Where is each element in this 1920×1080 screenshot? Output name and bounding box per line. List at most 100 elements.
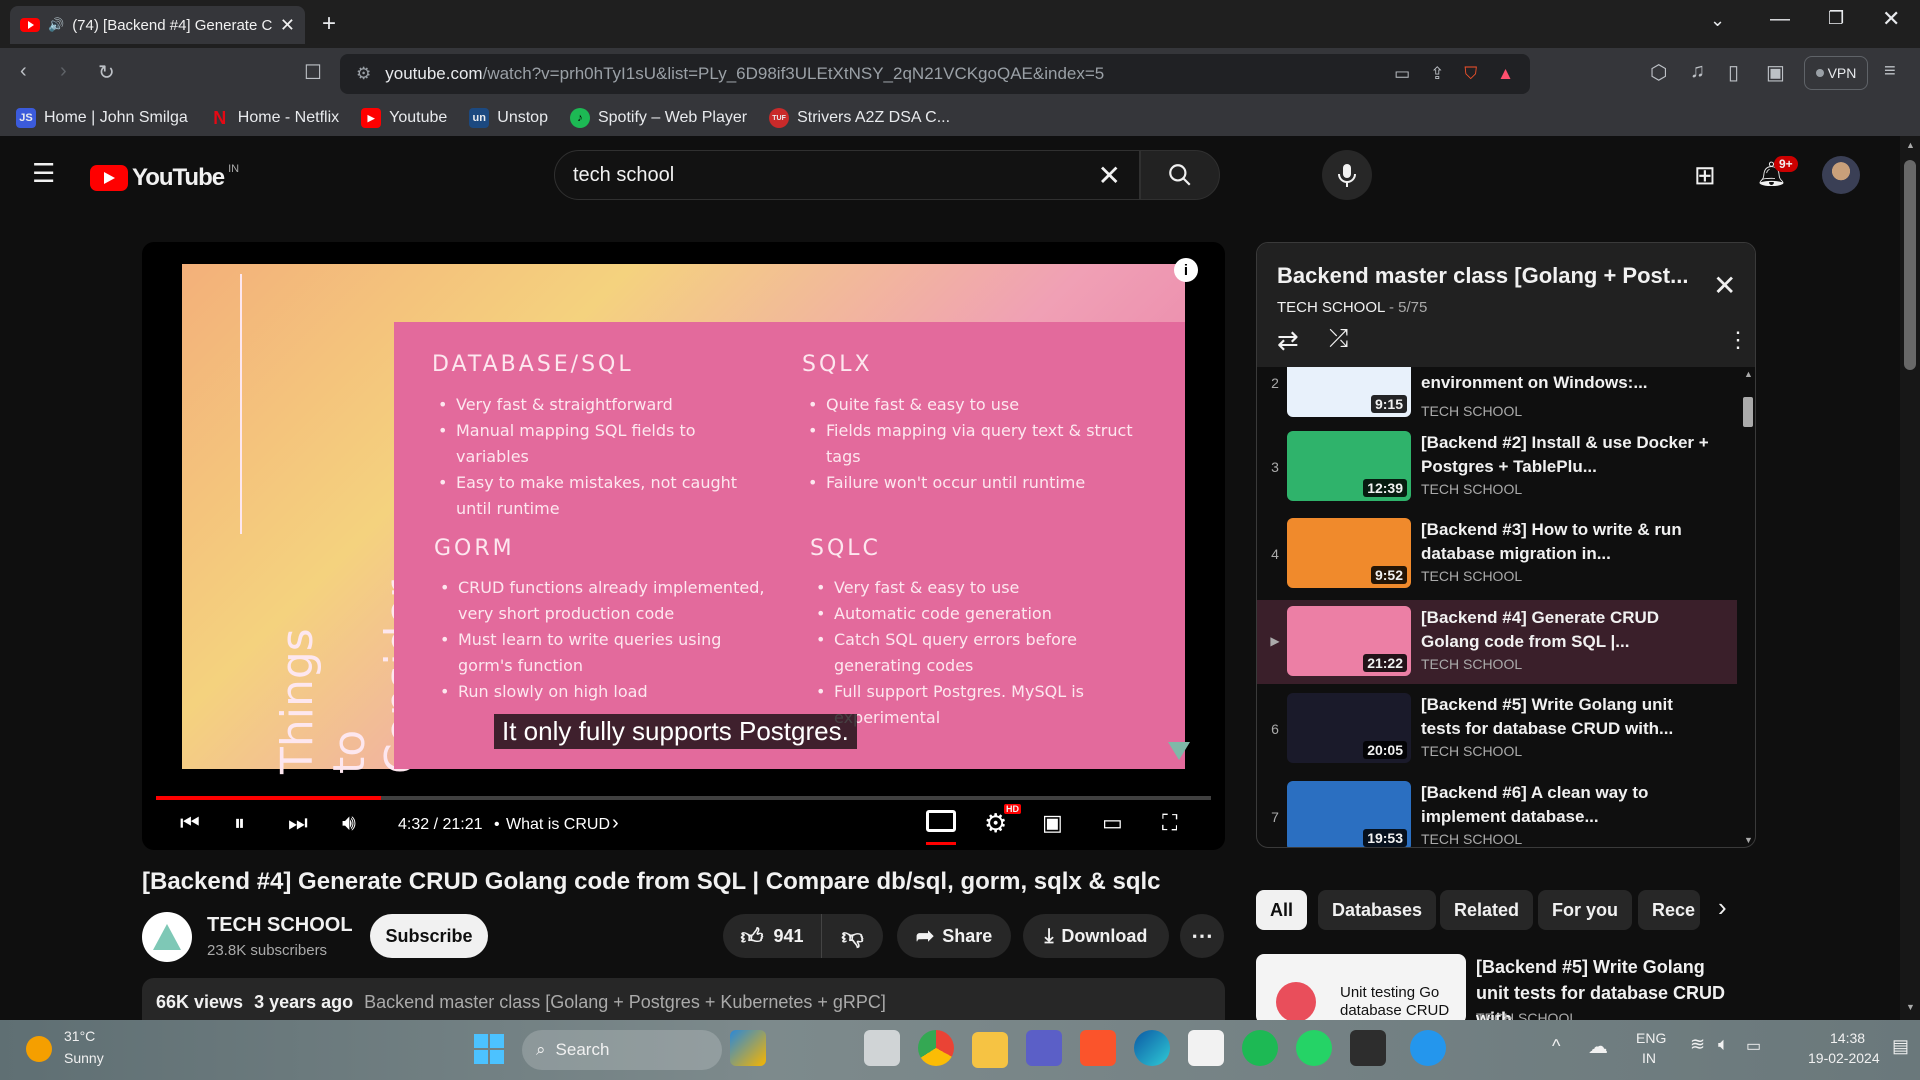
chip-related[interactable]: Related [1440, 890, 1534, 930]
brave-shield-icon[interactable]: ⛉ [1464, 64, 1477, 84]
forward-icon[interactable]: › [60, 60, 67, 83]
progress-bar[interactable] [156, 796, 1211, 800]
chip-for-you[interactable]: For you [1538, 890, 1632, 930]
battery-icon[interactable]: ▭ [1746, 1036, 1761, 1056]
page-scroll-up-icon[interactable]: ▲ [1906, 140, 1915, 150]
restore-button[interactable]: ❐ [1828, 8, 1844, 29]
brave-rewards-icon[interactable]: ▲ [1497, 64, 1514, 84]
playlist-channel[interactable]: TECH SCHOOL [1277, 299, 1385, 316]
search-button[interactable] [1140, 150, 1220, 200]
dislike-button[interactable]: 👎︎ [821, 914, 883, 958]
menu-icon[interactable]: ≡ [1884, 60, 1896, 83]
taskbar-search[interactable]: ⌕ Search [522, 1030, 722, 1070]
create-video-icon[interactable]: ⊞ [1694, 160, 1716, 191]
browser-tab[interactable]: 🔊 (74) [Backend #4] Generate C ✕ [10, 6, 305, 44]
playlist-link[interactable]: Backend master class [Golang + Postgres … [364, 992, 886, 1012]
recommended-video[interactable]: Unit testing Go database CRUD [Backend #… [1256, 954, 1856, 1020]
close-window-button[interactable]: ✕ [1882, 6, 1900, 32]
reload-icon[interactable]: ↻ [98, 60, 115, 85]
close-tab-icon[interactable]: ✕ [280, 15, 295, 36]
clear-search-icon[interactable]: ✕ [1098, 159, 1121, 192]
description-box[interactable]: 66K views 3 years ago Backend master cla… [142, 978, 1225, 1020]
wallet-icon[interactable]: ▣ [1766, 60, 1785, 85]
bookmark-item[interactable]: ♪ Spotify – Web Player [569, 108, 747, 128]
extensions-icon[interactable]: ⬡ [1650, 60, 1667, 85]
weather-temp[interactable]: 31°C [64, 1028, 95, 1044]
info-icon[interactable]: i [1174, 258, 1198, 282]
subtitles-icon[interactable] [926, 810, 956, 832]
avatar[interactable] [1822, 156, 1860, 194]
hamburger-menu-icon[interactable]: ☰ [32, 158, 55, 189]
folder-icon[interactable] [972, 1032, 1008, 1068]
share-page-icon[interactable]: ⇪ [1430, 64, 1444, 84]
teams-icon[interactable] [1026, 1030, 1062, 1066]
chips-next-chevron-icon[interactable]: › [1718, 892, 1727, 923]
sidebar-icon[interactable]: ▯ [1728, 60, 1739, 85]
page-scroll-down-icon[interactable]: ▼ [1906, 1002, 1915, 1012]
video-player[interactable]: Things to Consider DATABASE/SQL Very fas… [142, 242, 1225, 850]
theater-mode-icon[interactable]: ▭ [1102, 810, 1123, 836]
playlist-more-icon[interactable]: ⋮ [1727, 327, 1749, 353]
miniplayer-icon[interactable]: ▣ [1042, 810, 1063, 836]
search-input[interactable]: tech school ✕ [554, 150, 1140, 200]
windows-start-icon[interactable] [474, 1034, 504, 1064]
cast-icon[interactable]: ▭ [1394, 64, 1410, 84]
new-tab-button[interactable]: + [322, 10, 336, 38]
bookmark-item[interactable]: N Home - Netflix [210, 108, 339, 128]
next-icon[interactable]: ⏭ [288, 810, 308, 836]
bookmark-item[interactable]: JS Home | John Smilga [16, 108, 188, 128]
channel-name[interactable]: TECH SCHOOL [207, 914, 353, 937]
playlist-item[interactable]: 6 20:05 [Backend #5] Write Golang unit t… [1257, 687, 1737, 771]
clock-time[interactable]: 14:38 [1830, 1030, 1865, 1046]
spotify-taskbar-icon[interactable] [1242, 1030, 1278, 1066]
previous-icon[interactable]: ⏮ [180, 810, 200, 836]
more-actions-button[interactable]: ⋯ [1180, 914, 1224, 958]
bookmark-icon[interactable]: ☐ [304, 60, 322, 85]
show-hidden-icons-chevron[interactable]: ^ [1552, 1036, 1560, 1057]
playlist-scrollbar[interactable]: ▲ ▼ [1741, 367, 1755, 847]
bookmark-item[interactable]: ▶ Youtube [361, 108, 447, 128]
weather-sun-icon[interactable] [26, 1036, 52, 1062]
speaker-taskbar-icon[interactable]: 🔈︎ [1718, 1034, 1729, 1055]
onedrive-cloud-icon[interactable]: ☁ [1588, 1034, 1608, 1059]
bookmark-item[interactable]: TUF Strivers A2Z DSA C... [769, 108, 950, 128]
chapter-title[interactable]: What is CRUD [506, 816, 610, 834]
edge-icon[interactable] [1134, 1030, 1170, 1066]
like-button[interactable]: 👍︎ 941 [723, 914, 821, 958]
shuffle-icon[interactable]: ⤮ [1329, 325, 1348, 353]
url-field[interactable]: ⚙ youtube.com/watch?v=prh0hTyI1sU&list=P… [340, 54, 1530, 94]
playlist-title[interactable]: Backend master class [Golang + Post... [1277, 263, 1688, 289]
store-icon[interactable] [1188, 1030, 1224, 1066]
share-button[interactable]: ➦ Share [897, 914, 1011, 958]
pause-icon[interactable]: ⏸ [234, 810, 245, 836]
playlist-item[interactable]: 2 9:15 environment on Windows:... TECH S… [1257, 367, 1737, 425]
chip-databases[interactable]: Databases [1318, 890, 1437, 930]
playlist-item[interactable]: 7 19:53 [Backend #6] A clean way to impl… [1257, 775, 1737, 847]
close-playlist-icon[interactable]: ✕ [1713, 269, 1736, 302]
channel-avatar[interactable] [142, 912, 192, 962]
chrome-icon[interactable] [918, 1030, 954, 1066]
back-icon[interactable]: ‹ [20, 60, 27, 83]
download-button[interactable]: ⤓ Download [1023, 914, 1169, 958]
notification-center-icon[interactable]: ▤ [1892, 1036, 1909, 1057]
docker-icon[interactable] [1410, 1030, 1446, 1066]
volume-icon[interactable]: 🔊︎ [342, 810, 356, 836]
voice-search-button[interactable] [1322, 150, 1372, 200]
chip-recent[interactable]: Rece [1638, 890, 1700, 930]
media-icon[interactable]: ♫ [1690, 60, 1705, 83]
subscribe-button[interactable]: Subscribe [370, 914, 488, 958]
playlist-item[interactable]: 3 12:39 [Backend #2] Install & use Docke… [1257, 425, 1737, 509]
region-indicator[interactable]: IN [1642, 1050, 1656, 1066]
youtube-logo[interactable]: YouTube IN [90, 163, 239, 192]
playlist-item-current[interactable]: ▶ 21:22 [Backend #4] Generate CRUD Golan… [1257, 600, 1737, 684]
channel-watermark-icon[interactable] [1168, 742, 1190, 760]
clock-date[interactable]: 19-02-2024 [1808, 1050, 1880, 1066]
terminal-icon[interactable] [1350, 1030, 1386, 1066]
language-code[interactable]: ENG [1636, 1030, 1666, 1046]
playlist-item[interactable]: 4 9:52 [Backend #3] How to write & run d… [1257, 512, 1737, 596]
weather-condition[interactable]: Sunny [64, 1050, 104, 1066]
minimize-button[interactable]: — [1770, 8, 1790, 31]
copilot-icon[interactable] [730, 1030, 766, 1066]
fullscreen-icon[interactable]: ⛶ [1162, 810, 1177, 836]
file-explorer-icon[interactable] [864, 1030, 900, 1066]
